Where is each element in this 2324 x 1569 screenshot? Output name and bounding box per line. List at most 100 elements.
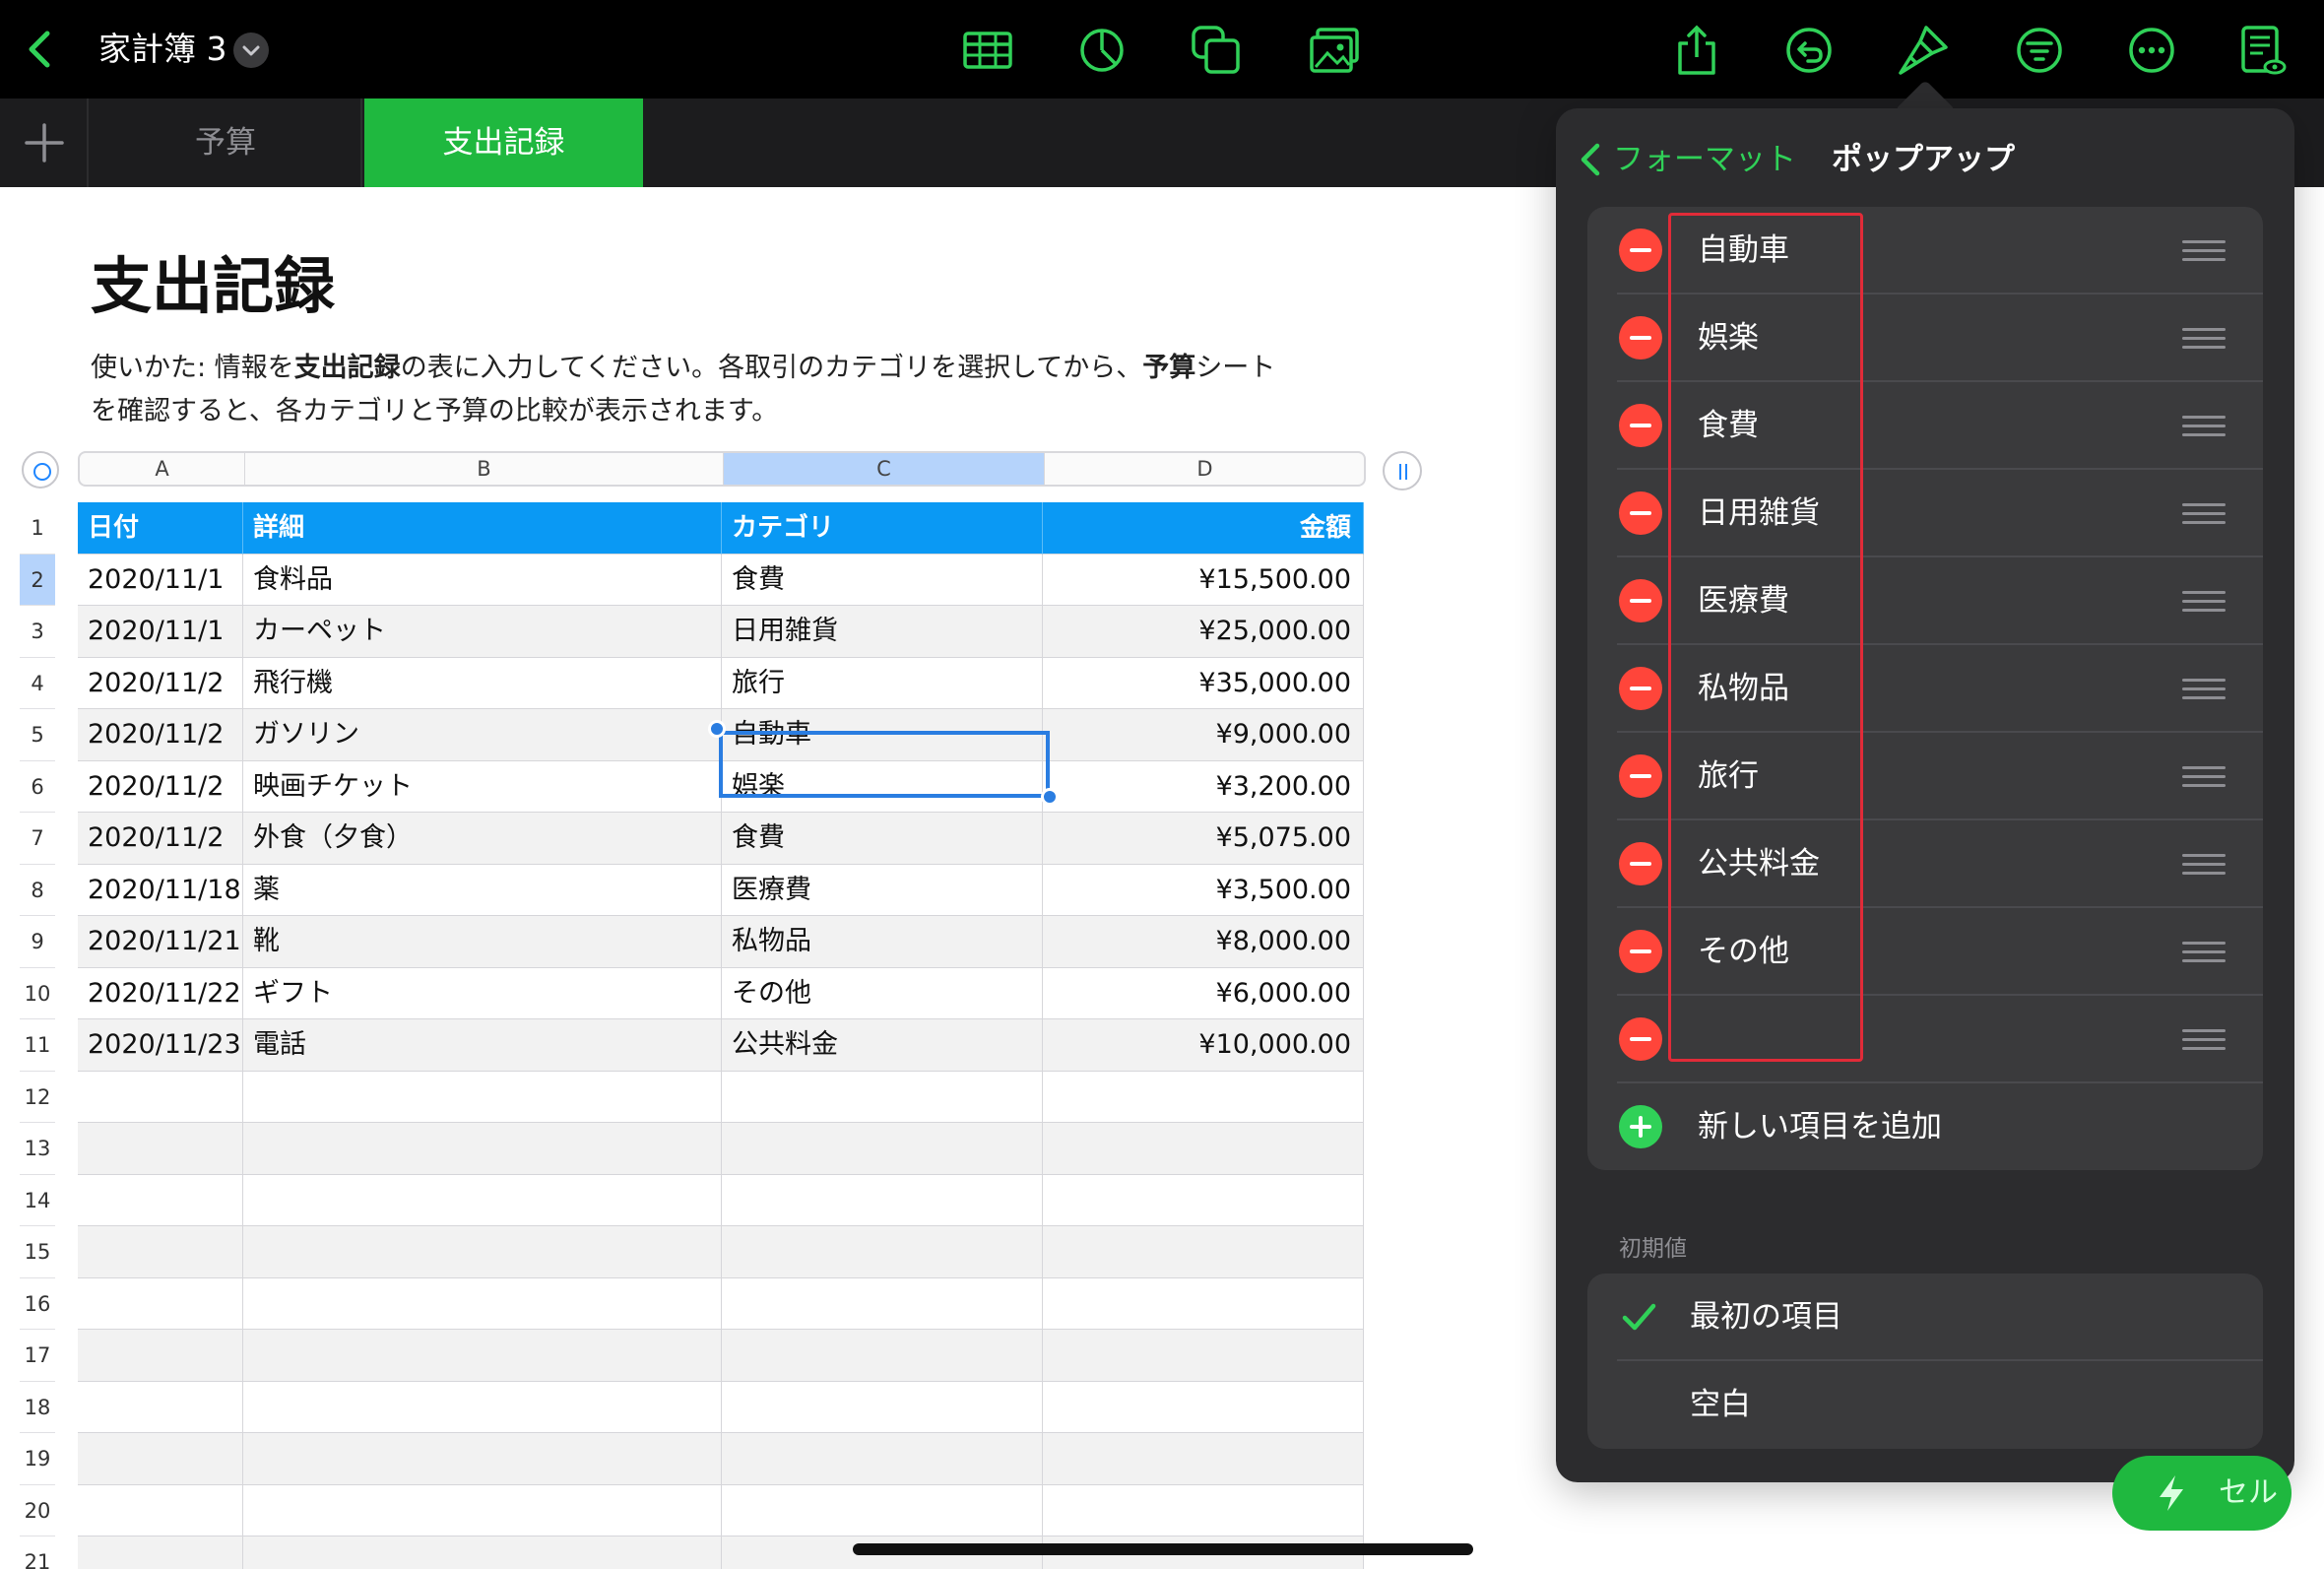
- table-cell[interactable]: ¥8,000.00: [1043, 916, 1364, 968]
- empty-cell[interactable]: [243, 1381, 722, 1433]
- table-cell[interactable]: ¥10,000.00: [1043, 1019, 1364, 1072]
- empty-cell[interactable]: [78, 1381, 243, 1433]
- media-icon[interactable]: [1308, 24, 1361, 77]
- table-cell[interactable]: 2020/11/2: [78, 813, 243, 865]
- empty-cell[interactable]: [78, 1330, 243, 1382]
- add-icon[interactable]: [1619, 1105, 1662, 1148]
- selection-handle-bottom[interactable]: [1041, 788, 1059, 806]
- delete-item-icon[interactable]: [1619, 404, 1662, 447]
- table-cell[interactable]: 2020/11/2: [78, 760, 243, 813]
- format-back-button[interactable]: フォーマット: [1613, 138, 1796, 181]
- row-header[interactable]: 20: [20, 1485, 55, 1536]
- reorder-handle-icon[interactable]: [2182, 328, 2226, 350]
- table-cell[interactable]: ¥5,075.00: [1043, 813, 1364, 865]
- row-header[interactable]: 11: [20, 1019, 55, 1072]
- table-cell[interactable]: 電話: [243, 1019, 722, 1072]
- empty-cell[interactable]: [722, 1484, 1043, 1536]
- delete-item-icon[interactable]: [1619, 842, 1662, 885]
- row-header[interactable]: 15: [20, 1226, 55, 1278]
- empty-cell[interactable]: [1043, 1330, 1364, 1382]
- table-header-cell[interactable]: 金額: [1043, 502, 1364, 555]
- tab-budget[interactable]: 予算: [91, 98, 362, 187]
- empty-cell[interactable]: [78, 1484, 243, 1536]
- table-cell[interactable]: ¥9,000.00: [1043, 709, 1364, 761]
- selected-cell-outline[interactable]: [719, 731, 1050, 798]
- empty-cell[interactable]: [722, 1174, 1043, 1226]
- column-header-b[interactable]: B: [245, 453, 724, 485]
- empty-cell[interactable]: [722, 1277, 1043, 1330]
- delete-item-icon[interactable]: [1619, 229, 1662, 272]
- back-chevron-icon[interactable]: [22, 28, 57, 71]
- row-header[interactable]: 5: [20, 709, 55, 761]
- table-cell[interactable]: 日用雑貨: [722, 606, 1043, 658]
- empty-cell[interactable]: [78, 1071, 243, 1123]
- selection-handle-top[interactable]: [708, 720, 726, 738]
- organize-icon[interactable]: [2013, 24, 2066, 77]
- table-cell[interactable]: 旅行: [722, 657, 1043, 709]
- reorder-handle-icon[interactable]: [2182, 942, 2226, 963]
- chevron-down-icon[interactable]: [233, 33, 269, 68]
- delete-item-icon[interactable]: [1619, 667, 1662, 710]
- table-cell[interactable]: 飛行機: [243, 657, 722, 709]
- empty-cell[interactable]: [243, 1226, 722, 1278]
- table-cell[interactable]: 2020/11/23: [78, 1019, 243, 1072]
- empty-cell[interactable]: [243, 1433, 722, 1485]
- document-title[interactable]: 家計簿 3: [98, 28, 227, 71]
- table-header-cell[interactable]: カテゴリ: [722, 502, 1043, 555]
- table-cell[interactable]: 2020/11/21: [78, 916, 243, 968]
- table-cell[interactable]: 2020/11/2: [78, 709, 243, 761]
- format-brush-icon[interactable]: [1897, 24, 1950, 77]
- empty-cell[interactable]: [78, 1174, 243, 1226]
- empty-cell[interactable]: [722, 1381, 1043, 1433]
- column-header-a[interactable]: A: [80, 453, 245, 485]
- table-icon[interactable]: [961, 24, 1014, 77]
- table-cell[interactable]: 2020/11/22: [78, 967, 243, 1019]
- empty-cell[interactable]: [243, 1174, 722, 1226]
- row-header[interactable]: 18: [20, 1382, 55, 1433]
- table-cell[interactable]: 食費: [722, 554, 1043, 606]
- empty-cell[interactable]: [722, 1071, 1043, 1123]
- table-cell[interactable]: ¥35,000.00: [1043, 657, 1364, 709]
- empty-cell[interactable]: [1043, 1433, 1364, 1485]
- delete-item-icon[interactable]: [1619, 930, 1662, 973]
- table-cell[interactable]: 靴: [243, 916, 722, 968]
- empty-cell[interactable]: [243, 1330, 722, 1382]
- row-header[interactable]: 16: [20, 1278, 55, 1330]
- table-cell[interactable]: ¥6,000.00: [1043, 967, 1364, 1019]
- table-cell[interactable]: 映画チケット: [243, 760, 722, 813]
- row-header[interactable]: 1: [20, 502, 55, 555]
- add-item-label[interactable]: 新しい項目を追加: [1698, 1083, 1942, 1170]
- reorder-handle-icon[interactable]: [2182, 503, 2226, 525]
- row-header[interactable]: 3: [20, 606, 55, 658]
- reorder-handle-icon[interactable]: [2182, 1029, 2226, 1051]
- empty-cell[interactable]: [722, 1330, 1043, 1382]
- table-cell[interactable]: ¥15,500.00: [1043, 554, 1364, 606]
- empty-cell[interactable]: [1043, 1174, 1364, 1226]
- table-cell[interactable]: カーペット: [243, 606, 722, 658]
- table-header-cell[interactable]: 日付: [78, 502, 243, 555]
- reorder-handle-icon[interactable]: [2182, 416, 2226, 437]
- table-cell[interactable]: 外食（夕食）: [243, 813, 722, 865]
- shapes-icon[interactable]: [1190, 24, 1243, 77]
- table-cell[interactable]: ギフト: [243, 967, 722, 1019]
- back-chevron-icon[interactable]: [1576, 138, 1605, 181]
- empty-cell[interactable]: [1043, 1226, 1364, 1278]
- delete-item-icon[interactable]: [1619, 1017, 1662, 1061]
- document-view-icon[interactable]: [2235, 24, 2289, 77]
- empty-cell[interactable]: [722, 1123, 1043, 1175]
- table-cell[interactable]: 2020/11/1: [78, 606, 243, 658]
- empty-cell[interactable]: [78, 1536, 243, 1569]
- empty-cell[interactable]: [1043, 1484, 1364, 1536]
- row-header[interactable]: 17: [20, 1330, 55, 1382]
- table-cell[interactable]: 私物品: [722, 916, 1043, 968]
- empty-cell[interactable]: [1043, 1071, 1364, 1123]
- table-cell[interactable]: ¥3,500.00: [1043, 864, 1364, 916]
- default-option-row[interactable]: 最初の項目: [1587, 1274, 2263, 1361]
- table-cell[interactable]: ¥3,200.00: [1043, 760, 1364, 813]
- column-resize-handle[interactable]: [1383, 451, 1422, 490]
- table-cell[interactable]: 医療費: [722, 864, 1043, 916]
- home-indicator[interactable]: [853, 1543, 1473, 1555]
- table-cell[interactable]: ¥25,000.00: [1043, 606, 1364, 658]
- reorder-handle-icon[interactable]: [2182, 766, 2226, 788]
- chart-icon[interactable]: [1075, 24, 1129, 77]
